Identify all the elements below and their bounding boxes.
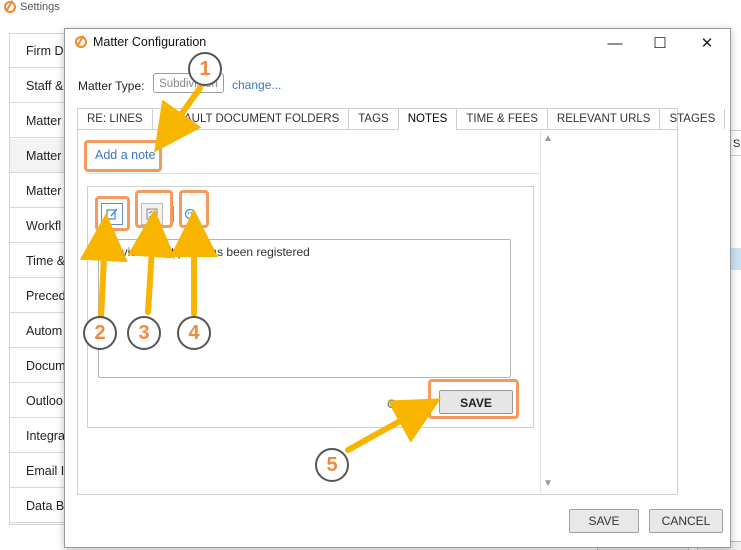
footer-cancel-button[interactable]: CANCEL xyxy=(649,509,723,533)
scroll-down-icon[interactable]: ▼ xyxy=(543,478,553,489)
note-text-area[interactable]: Advise client plan has been registered xyxy=(98,239,511,378)
app-logo-icon xyxy=(75,36,87,48)
config-tabs: RE: LINES DEFAULT DOCUMENT FOLDERS TAGS … xyxy=(77,108,726,131)
tab-tags[interactable]: TAGS xyxy=(349,109,399,129)
highlight-palette-icon xyxy=(179,190,209,228)
highlight-add-note xyxy=(84,140,162,172)
sidebar-item-workflow[interactable]: Workfl xyxy=(10,209,67,243)
tab-relevant-urls[interactable]: RELEVANT URLS xyxy=(548,109,661,129)
minimize-button[interactable]: — xyxy=(595,31,635,55)
sidebar-item-data[interactable]: Data B xyxy=(10,489,67,523)
app-logo-icon xyxy=(4,1,16,13)
tab-default-document-folders[interactable]: DEFAULT DOCUMENT FOLDERS xyxy=(153,109,350,129)
sidebar-item-matter-3[interactable]: Matter xyxy=(10,174,67,208)
footer-save-button[interactable]: SAVE xyxy=(569,509,639,533)
cancel-note-link[interactable]: Cancel xyxy=(387,397,424,411)
tab-re-lines[interactable]: RE: LINES xyxy=(78,109,153,129)
divider xyxy=(87,173,540,174)
step-5-badge: 5 xyxy=(315,448,349,482)
dialog-title: Matter Configuration xyxy=(93,35,207,49)
sidebar-item-staff[interactable]: Staff & xyxy=(10,69,67,103)
notes-scrollbar[interactable] xyxy=(540,129,555,495)
step-2-badge: 2 xyxy=(83,316,117,350)
sidebar-item-time[interactable]: Time & xyxy=(10,244,67,278)
sidebar-item-email[interactable]: Email I xyxy=(10,454,67,488)
sidebar-item-documents[interactable]: Docum xyxy=(10,349,67,383)
settings-window-title: Settings xyxy=(4,0,60,14)
sidebar-item-firm[interactable]: Firm D xyxy=(10,34,67,68)
dialog-title-bar: Matter Configuration xyxy=(75,35,206,49)
background-selected-row xyxy=(731,248,741,270)
highlight-save-button xyxy=(428,379,519,419)
step-4-badge: 4 xyxy=(177,316,211,350)
sidebar-item-integrations[interactable]: Integra xyxy=(10,419,67,453)
maximize-button[interactable]: ☐ xyxy=(640,31,680,55)
tab-stages[interactable]: STAGES xyxy=(660,109,726,129)
step-3-badge: 3 xyxy=(127,316,161,350)
scroll-up-icon[interactable]: ▲ xyxy=(543,133,553,144)
sidebar-item-automation[interactable]: Autom xyxy=(10,314,67,348)
settings-sidebar: Firm D Staff & Matter Matter Matter Work… xyxy=(9,33,69,525)
highlight-checklist-icon xyxy=(135,190,173,228)
change-matter-type-link[interactable]: change... xyxy=(232,78,281,92)
tab-notes[interactable]: NOTES xyxy=(398,109,458,131)
sidebar-item-precedents[interactable]: Preced xyxy=(10,279,67,313)
step-1-badge: 1 xyxy=(188,52,222,86)
sidebar-item-matter-1[interactable]: Matter xyxy=(10,104,67,138)
matter-configuration-dialog: Matter Configuration — ☐ ✕ Matter Type: … xyxy=(64,28,731,548)
highlight-edit-icon xyxy=(95,196,130,231)
close-button[interactable]: ✕ xyxy=(687,31,727,55)
sidebar-item-matter-2[interactable]: Matter xyxy=(10,139,67,173)
sidebar-item-outlook[interactable]: Outloo xyxy=(10,384,67,418)
matter-type-label: Matter Type: xyxy=(78,79,145,93)
tab-time-fees[interactable]: TIME & FEES xyxy=(457,109,548,129)
toolbar-separator xyxy=(173,206,174,222)
